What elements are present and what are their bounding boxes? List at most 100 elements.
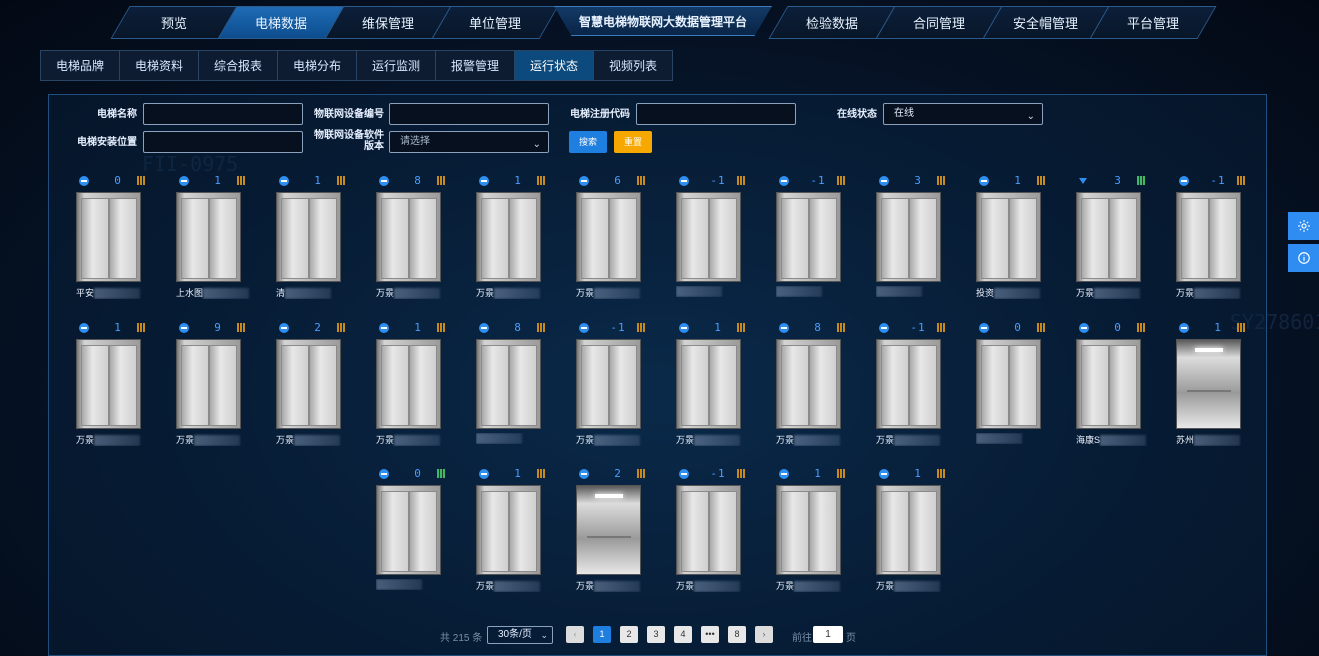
stop-status-icon bbox=[779, 323, 789, 333]
floor-number: 1 bbox=[514, 174, 522, 187]
page-button[interactable]: 1 bbox=[593, 626, 611, 643]
nav-tab-elevator-data[interactable]: 电梯数据 bbox=[217, 6, 345, 39]
elevator-card[interactable]: 1 万景 bbox=[476, 467, 562, 597]
door-status-icon bbox=[937, 469, 945, 478]
elevator-card[interactable]: 1 上水图 bbox=[176, 174, 262, 304]
software-version-select[interactable]: 请选择 ⌄ bbox=[389, 131, 549, 153]
elevator-card[interactable]: 0 bbox=[976, 321, 1062, 451]
page-size-select[interactable]: 30条/页 ⌄ bbox=[487, 626, 553, 644]
elevator-card[interactable]: 8 万景 bbox=[376, 174, 462, 304]
elevator-door-right bbox=[509, 491, 537, 572]
elevator-card[interactable]: 1 万景 bbox=[776, 467, 862, 597]
elevator-name-input[interactable] bbox=[143, 103, 303, 125]
redacted-text bbox=[394, 435, 441, 447]
online-status-select[interactable]: 在线 ⌄ bbox=[883, 103, 1043, 125]
elevator-door-right bbox=[1009, 198, 1037, 279]
nav-tab-preview[interactable]: 预览 bbox=[110, 6, 238, 39]
floor-number: -1 bbox=[710, 467, 726, 480]
redacted-text bbox=[203, 288, 250, 300]
elevator-door-right bbox=[709, 491, 737, 572]
subtab-monitoring[interactable]: 运行监测 bbox=[356, 50, 436, 81]
elevator-card[interactable]: 1 万景 bbox=[676, 321, 762, 451]
elevator-name: 万景 bbox=[1176, 286, 1262, 300]
subtab-brand[interactable]: 电梯品牌 bbox=[40, 50, 120, 81]
elevator-card[interactable]: -1 万景 bbox=[1176, 174, 1262, 304]
elevator-door-right bbox=[809, 491, 837, 572]
install-location-label: 电梯安装位置 bbox=[77, 137, 137, 148]
redacted-text bbox=[594, 435, 641, 447]
elevator-name bbox=[876, 286, 962, 298]
elevator-door-left bbox=[381, 345, 409, 426]
elevator-card[interactable]: 6 万景 bbox=[576, 174, 662, 304]
subtab-run-status[interactable]: 运行状态 bbox=[514, 50, 594, 81]
floor-number: 1 bbox=[1214, 321, 1222, 334]
elevator-door-left bbox=[181, 198, 209, 279]
subtab-info[interactable]: 电梯资料 bbox=[119, 50, 199, 81]
elevator-card[interactable]: 8 万景 bbox=[776, 321, 862, 451]
elevator-card[interactable]: 0 海康S bbox=[1076, 321, 1162, 451]
elevator-card[interactable]: -1 bbox=[776, 174, 862, 304]
subtab-alarm[interactable]: 报警管理 bbox=[435, 50, 515, 81]
elevator-card[interactable]: -1 万景 bbox=[576, 321, 662, 451]
elevator-card[interactable]: -1 万景 bbox=[676, 467, 762, 597]
nav-tab-contracts[interactable]: 合同管理 bbox=[875, 6, 1003, 39]
nav-tab-unit-management[interactable]: 单位管理 bbox=[431, 6, 559, 39]
elevator-card[interactable]: 9 万景 bbox=[176, 321, 262, 451]
elevator-card[interactable]: 3 万景 bbox=[1076, 174, 1162, 304]
elevator-card[interactable]: 1清 bbox=[276, 174, 362, 304]
elevator-card[interactable]: 0 平安 bbox=[76, 174, 162, 304]
elevator-image bbox=[876, 192, 941, 282]
elevator-card[interactable]: 2 万景 bbox=[576, 467, 662, 597]
iot-device-no-input[interactable] bbox=[389, 103, 549, 125]
elevator-card[interactable]: -1 万景 bbox=[876, 321, 962, 451]
elevator-card[interactable]: -1 bbox=[676, 174, 762, 304]
install-location-input[interactable] bbox=[143, 131, 303, 153]
nav-tab-platform[interactable]: 平台管理 bbox=[1089, 6, 1217, 39]
nav-tab-inspection[interactable]: 检验数据 bbox=[768, 6, 896, 39]
subtab-distribution[interactable]: 电梯分布 bbox=[277, 50, 357, 81]
elevator-card[interactable]: 1 万景 bbox=[876, 467, 962, 597]
prev-page-button[interactable]: ‹ bbox=[566, 626, 584, 643]
floor-number: -1 bbox=[710, 174, 726, 187]
elevator-door-right bbox=[209, 198, 237, 279]
register-code-input[interactable] bbox=[636, 103, 796, 125]
reset-button[interactable]: 重置 bbox=[614, 131, 652, 153]
page-button[interactable]: 2 bbox=[620, 626, 638, 643]
floor-number: 1 bbox=[114, 321, 122, 334]
elevator-door-left bbox=[781, 345, 809, 426]
redacted-text bbox=[394, 288, 441, 300]
floor-number: 3 bbox=[914, 174, 922, 187]
page-button[interactable]: 3 bbox=[647, 626, 665, 643]
elevator-card[interactable]: 2 万景 bbox=[276, 321, 362, 451]
elevator-card[interactable]: 1 投资 bbox=[976, 174, 1062, 304]
stop-status-icon bbox=[479, 176, 489, 186]
elevator-card[interactable]: 3 bbox=[876, 174, 962, 304]
elevator-card[interactable]: 1 万景 bbox=[76, 321, 162, 451]
elevator-card[interactable]: 8 bbox=[476, 321, 562, 451]
page-button[interactable]: 8 bbox=[728, 626, 746, 643]
elevator-door-right bbox=[609, 345, 637, 426]
subtab-video[interactable]: 视频列表 bbox=[593, 50, 673, 81]
more-pages-button[interactable]: ••• bbox=[701, 626, 719, 643]
info-button[interactable] bbox=[1288, 244, 1319, 272]
elevator-card[interactable]: 1 苏州 bbox=[1176, 321, 1262, 451]
elevator-door-left bbox=[681, 198, 709, 279]
page-button[interactable]: 4 bbox=[674, 626, 692, 643]
elevator-card[interactable]: 0 bbox=[376, 467, 462, 597]
goto-page-input[interactable]: 1 bbox=[813, 626, 843, 643]
status-row: 6 bbox=[576, 174, 662, 188]
nav-tab-helmet[interactable]: 安全帽管理 bbox=[982, 6, 1110, 39]
settings-button[interactable] bbox=[1288, 212, 1319, 240]
top-navigation: 预览 电梯数据 维保管理 单位管理 智慧电梯物联网大数据管理平台 检验数据 合同… bbox=[110, 6, 1217, 39]
nav-tab-maintenance[interactable]: 维保管理 bbox=[324, 6, 452, 39]
door-status-icon bbox=[737, 469, 745, 478]
iot-device-no-label: 物联网设备编号 bbox=[314, 109, 384, 120]
elevator-card[interactable]: 1 万景 bbox=[376, 321, 462, 451]
stop-status-icon bbox=[179, 323, 189, 333]
search-button[interactable]: 搜索 bbox=[569, 131, 607, 153]
subtab-report[interactable]: 综合报表 bbox=[198, 50, 278, 81]
next-page-button[interactable]: › bbox=[755, 626, 773, 643]
elevator-image bbox=[876, 339, 941, 429]
elevator-card[interactable]: 1 万景 bbox=[476, 174, 562, 304]
elevator-image bbox=[1176, 192, 1241, 282]
